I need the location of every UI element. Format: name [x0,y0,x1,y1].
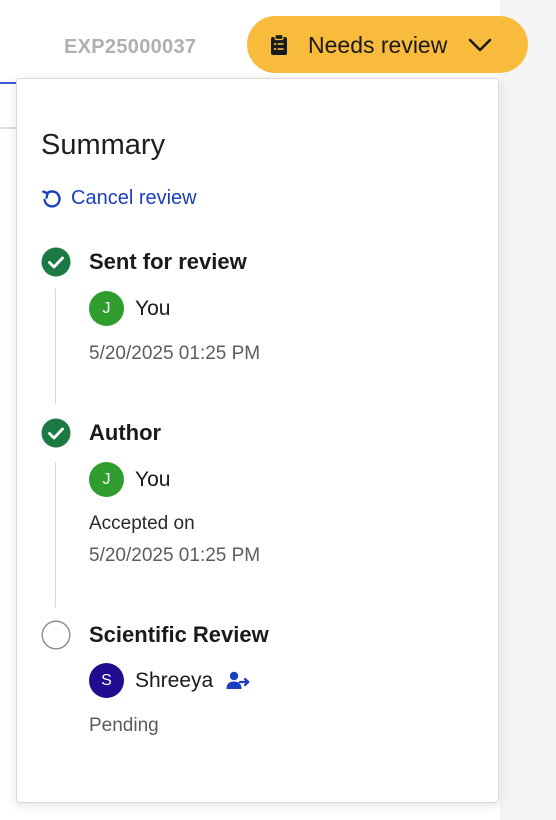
step-title: Scientific Review [89,622,269,647]
status-text: Pending [89,715,159,736]
check-circle-icon [41,418,71,448]
status-label: Needs review [308,32,448,58]
accepted-note: Accepted on [89,513,195,534]
divider [0,127,16,129]
clipboard-icon [271,34,287,55]
step-title: Sent for review [89,249,247,274]
timestamp: 5/20/2025 01:25 PM [89,545,261,566]
timestamp: 5/20/2025 01:25 PM [89,343,261,364]
user-name: Shreeya [135,669,214,692]
review-summary-panel: Summary Cancel review Sent for review J … [16,78,499,803]
avatar: J [89,291,124,326]
experiment-id: EXP25000037 [64,36,197,58]
chevron-down-icon [468,38,492,52]
undo-icon [42,189,61,208]
empty-circle-icon [41,620,71,650]
check-circle-icon [41,247,71,277]
timeline-connector [55,289,56,404]
avatar: J [89,462,124,497]
step-title: Author [89,420,162,445]
user-name: You [135,297,171,320]
active-tab-underline [0,82,16,84]
cancel-review-label: Cancel review [71,187,197,209]
timeline-connector [55,462,56,607]
user-name: You [135,468,171,491]
panel-title: Summary [41,129,166,161]
cancel-review-link[interactable]: Cancel review [41,187,197,210]
status-dropdown-button[interactable]: Needs review [247,16,528,73]
avatar: S [89,663,124,698]
reassign-user-icon[interactable] [226,670,250,692]
background-page [500,0,556,820]
